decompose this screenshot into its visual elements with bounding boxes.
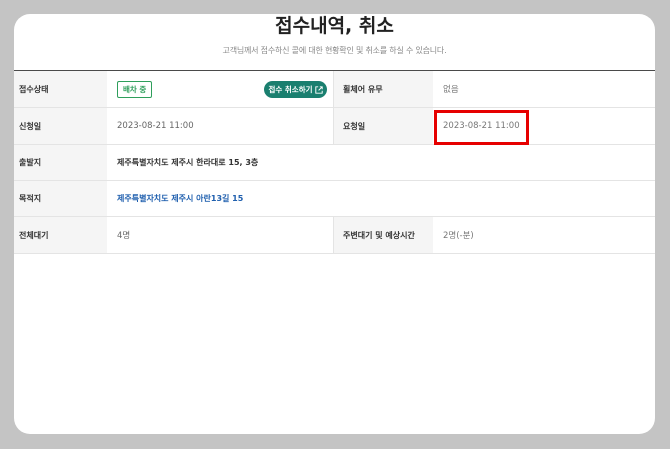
cancel-reception-button[interactable]: 접수 취소하기 [264, 81, 327, 98]
request-date-label: 요청일 [334, 108, 433, 144]
departure-value: 제주특별자치도 제주시 한라대로 15, 3층 [117, 158, 259, 167]
table-row-destination: 목적지 제주특별자치도 제주시 아란13길 15 [14, 181, 655, 217]
external-link-icon [314, 85, 323, 94]
nearby-waiting-label: 주변대기 및 예상시간 [334, 217, 433, 253]
destination-link[interactable]: 제주특별자치도 제주시 아란13길 15 [107, 181, 655, 216]
page-subtitle: 고객님께서 접수하신 콜에 대한 현황확인 및 취소를 하실 수 있습니다. [222, 46, 447, 55]
table-row-status: 접수상태 배차 중 접수 취소하기 휠체어 유무 없음 [14, 71, 655, 108]
highlight-box [434, 110, 529, 145]
wheelchair-label: 휠체어 유무 [334, 71, 433, 107]
departure-label: 출발지 [14, 145, 107, 180]
reception-panel: 접수내역, 취소 고객님께서 접수하신 콜에 대한 현황확인 및 취소를 하실 … [14, 14, 655, 434]
total-waiting-value: 4명 [107, 217, 334, 253]
page-title: 접수내역, 취소 [275, 15, 394, 37]
table-row-waiting: 전체대기 4명 주변대기 및 예상시간 2명(-분) [14, 217, 655, 254]
status-badge: 배차 중 [117, 80, 153, 98]
apply-date-label: 신청일 [14, 108, 107, 144]
apply-date-value: 2023-08-21 11:00 [107, 108, 334, 144]
total-waiting-label: 전체대기 [14, 217, 107, 253]
status-label: 접수상태 [14, 71, 107, 107]
wheelchair-value: 없음 [443, 85, 459, 95]
table-row-departure: 출발지 제주특별자치도 제주시 한라대로 15, 3층 [14, 145, 655, 181]
nearby-waiting-value: 2명(-분) [443, 231, 474, 241]
reception-table: 접수상태 배차 중 접수 취소하기 휠체어 유무 없음 신청일 2023-08-… [14, 70, 655, 254]
cancel-button-label: 접수 취소하기 [268, 85, 313, 94]
destination-label: 목적지 [14, 181, 107, 216]
table-row-dates: 신청일 2023-08-21 11:00 요청일 2023-08-21 11:0… [14, 108, 655, 145]
status-value-cell: 배차 중 접수 취소하기 [107, 71, 334, 107]
